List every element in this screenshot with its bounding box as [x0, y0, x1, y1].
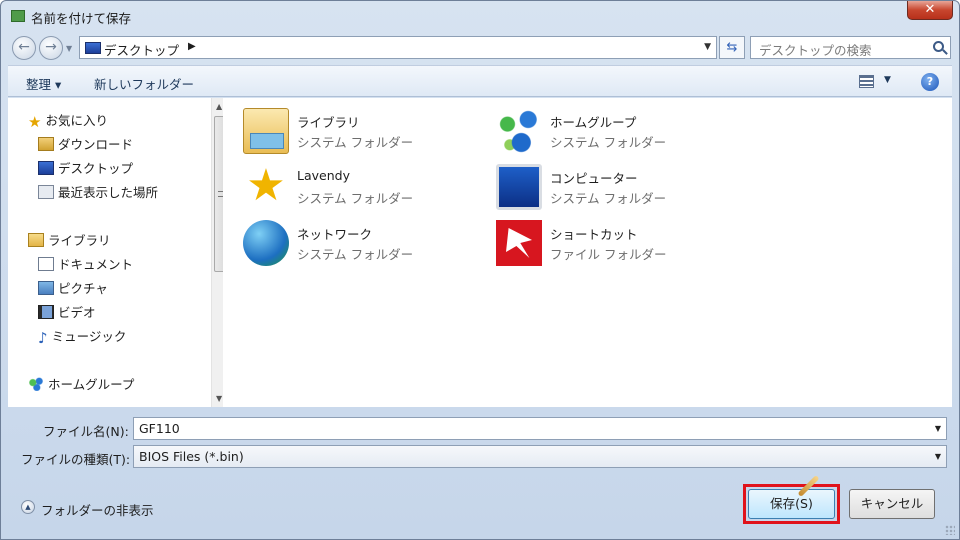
computer-icon — [496, 164, 542, 210]
shortcut-folder-icon — [496, 220, 542, 266]
nav-recent-places[interactable]: 最近表示した場所 — [38, 182, 158, 200]
hide-folders-icon[interactable]: ▲ — [21, 500, 35, 514]
nav-label: ビデオ — [58, 305, 96, 320]
nav-label: ダウンロード — [58, 137, 134, 152]
nav-label: ミュージック — [51, 329, 127, 344]
navigation-pane: ★ お気に入り ダウンロード デスクトップ 最近表示した場所 ライブラリ ドキュメ… — [8, 98, 228, 407]
filetype-select[interactable]: BIOS Files (*.bin) ▼ — [133, 445, 947, 468]
command-toolbar: 整理 ▾ 新しいフォルダー ▼ ? — [8, 65, 952, 97]
breadcrumb-desktop[interactable]: デスクトップ — [104, 40, 179, 59]
desktop-icon — [85, 42, 101, 54]
cancel-button[interactable]: キャンセル — [849, 489, 935, 519]
filename-field[interactable]: GF110 ▼ — [133, 417, 947, 440]
item-name: ネットワーク — [297, 227, 373, 242]
new-folder-button[interactable]: 新しいフォルダー — [94, 74, 194, 93]
nav-label: ドキュメント — [58, 257, 134, 272]
address-bar[interactable]: デスクトップ ▶ ▼ — [79, 36, 717, 59]
filename-label: ファイル名(N): — [43, 424, 129, 439]
filetype-label: ファイルの種類(T): — [21, 452, 131, 467]
item-type: システム フォルダー — [550, 135, 667, 150]
filetype-value: BIOS Files (*.bin) — [139, 449, 244, 464]
app-icon — [11, 10, 25, 22]
chevron-down-icon[interactable]: ▼ — [935, 452, 941, 461]
item-type: ファイル フォルダー — [550, 247, 667, 262]
refresh-button[interactable]: ⇆ — [719, 36, 745, 59]
music-icon: ♪ — [38, 329, 48, 347]
nav-libraries[interactable]: ライブラリ — [28, 230, 111, 248]
nav-label: ライブラリ — [48, 233, 111, 248]
scroll-down-icon[interactable]: ▼ — [216, 394, 222, 403]
item-name: ライブラリ — [297, 115, 360, 130]
recent-places-icon — [38, 185, 54, 199]
nav-favorites[interactable]: ★ お気に入り — [28, 110, 108, 131]
search-icon[interactable] — [933, 41, 944, 52]
back-button[interactable]: ← — [12, 36, 36, 60]
pictures-icon — [38, 281, 54, 295]
views-dropdown-icon[interactable]: ▼ — [884, 75, 891, 85]
list-item-libraries[interactable]: ライブラリ システム フォルダー — [243, 108, 483, 160]
homegroup-icon — [28, 377, 44, 391]
list-item-computer[interactable]: コンピューター システム フォルダー — [496, 164, 736, 216]
address-dropdown-icon[interactable]: ▼ — [704, 42, 711, 52]
item-name: ショートカット — [550, 227, 638, 242]
video-icon — [38, 305, 54, 319]
hide-folders-button[interactable]: フォルダーの非表示 — [41, 500, 154, 519]
views-icon[interactable] — [859, 75, 874, 88]
desktop-icon — [38, 161, 54, 175]
user-folder-star-icon: ★ — [246, 160, 286, 211]
item-type: システム フォルダー — [297, 247, 414, 262]
nav-label: ホームグループ — [48, 377, 135, 392]
scroll-up-icon[interactable]: ▲ — [216, 102, 222, 111]
item-type: システム フォルダー — [297, 135, 414, 150]
downloads-folder-icon — [38, 137, 54, 151]
item-name: コンピューター — [550, 171, 638, 186]
forward-button[interactable]: → — [39, 36, 63, 60]
help-icon[interactable]: ? — [921, 73, 939, 91]
list-item-shortcut[interactable]: ショートカット ファイル フォルダー — [496, 220, 736, 272]
list-item-network[interactable]: ネットワーク システム フォルダー — [243, 220, 483, 272]
nav-pictures[interactable]: ピクチャ — [38, 278, 108, 296]
nav-videos[interactable]: ビデオ — [38, 302, 96, 320]
list-item-homegroup[interactable]: ホームグループ システム フォルダー — [496, 108, 736, 160]
homegroup-icon — [496, 108, 542, 154]
nav-label: ピクチャ — [58, 281, 108, 296]
nav-label: デスクトップ — [58, 161, 134, 176]
filename-value: GF110 — [139, 421, 180, 436]
item-name: Lavendy — [297, 168, 350, 183]
search-placeholder: デスクトップの検索 — [759, 43, 872, 58]
nav-homegroup[interactable]: ホームグループ — [28, 374, 134, 392]
nav-label: 最近表示した場所 — [58, 185, 159, 200]
library-icon — [243, 108, 289, 154]
star-icon: ★ — [28, 113, 42, 131]
item-type: システム フォルダー — [297, 191, 414, 206]
list-item-lavendy[interactable]: ★ Lavendy システム フォルダー — [243, 164, 483, 216]
nav-desktop[interactable]: デスクトップ — [38, 158, 133, 176]
item-type: システム フォルダー — [550, 191, 667, 206]
quill-cursor-icon — [796, 473, 822, 499]
network-icon — [243, 220, 289, 266]
item-name: ホームグループ — [550, 115, 637, 130]
save-as-dialog: 名前を付けて保存 ✕ ← → ▼ デスクトップ ▶ ▼ ⇆ デスクトップの検索 … — [0, 0, 960, 540]
recent-locations-dropdown[interactable]: ▼ — [66, 44, 72, 53]
nav-documents[interactable]: ドキュメント — [38, 254, 133, 272]
document-icon — [38, 257, 54, 271]
close-button[interactable]: ✕ — [907, 1, 953, 20]
window-title: 名前を付けて保存 — [31, 11, 132, 26]
chevron-down-icon[interactable]: ▼ — [935, 424, 941, 433]
chevron-right-icon[interactable]: ▶ — [188, 41, 196, 52]
title-bar[interactable]: 名前を付けて保存 ✕ — [1, 1, 959, 31]
nav-label: お気に入り — [45, 113, 108, 128]
organize-button[interactable]: 整理 ▾ — [26, 74, 61, 93]
nav-downloads[interactable]: ダウンロード — [38, 134, 133, 152]
library-icon — [28, 233, 44, 247]
resize-grip[interactable] — [945, 525, 955, 535]
file-list: ライブラリ システム フォルダー ホームグループ システム フォルダー ★ La… — [223, 98, 952, 407]
search-input[interactable]: デスクトップの検索 — [750, 36, 951, 59]
nav-music[interactable]: ♪ ミュージック — [38, 326, 127, 347]
